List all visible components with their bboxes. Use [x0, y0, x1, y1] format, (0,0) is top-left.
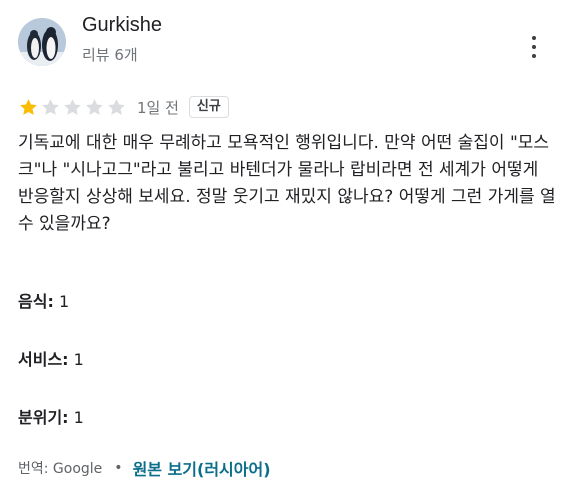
star-rating [18, 97, 127, 118]
star-empty-icon [108, 98, 125, 115]
reviewer-name[interactable]: Gurkishe [82, 14, 162, 37]
aspect-food: 음식: 1 [18, 288, 69, 312]
more-options-icon[interactable] [522, 34, 546, 60]
translation-row: 번역: Google • 원본 보기(러시아어) [18, 456, 271, 480]
star-filled-icon [20, 98, 37, 115]
review-card: Gurkishe 리뷰 6개 1일 전 신규 기독교에 대한 매우 무례하고 모… [0, 0, 568, 496]
reviewer-review-count: 리뷰 6개 [82, 46, 138, 64]
star-empty-icon [64, 98, 81, 115]
aspect-label: 서비스: [18, 350, 69, 369]
aspect-value: 1 [73, 408, 84, 427]
aspect-value: 1 [73, 350, 84, 369]
translation-label: 번역: Google [18, 461, 103, 477]
review-text: 기독교에 대한 매우 무례하고 모욕적인 행위입니다. 만약 어떤 술집이 "모… [18, 133, 556, 234]
review-date: 1일 전 [137, 98, 179, 117]
reviewer-avatar[interactable] [18, 18, 66, 66]
aspect-label: 분위기: [18, 408, 69, 427]
aspect-service: 서비스: 1 [18, 346, 84, 370]
view-original-link[interactable]: 원본 보기(러시아어) [133, 456, 271, 480]
aspect-value: 1 [58, 292, 70, 311]
separator: • [114, 460, 123, 476]
rating-row: 1일 전 신규 [18, 96, 229, 118]
star-empty-icon [42, 98, 59, 115]
new-badge: 신규 [188, 96, 229, 118]
aspect-atmosphere: 분위기: 1 [18, 404, 84, 428]
aspect-label: 음식: [18, 292, 54, 311]
star-empty-icon [86, 98, 103, 115]
